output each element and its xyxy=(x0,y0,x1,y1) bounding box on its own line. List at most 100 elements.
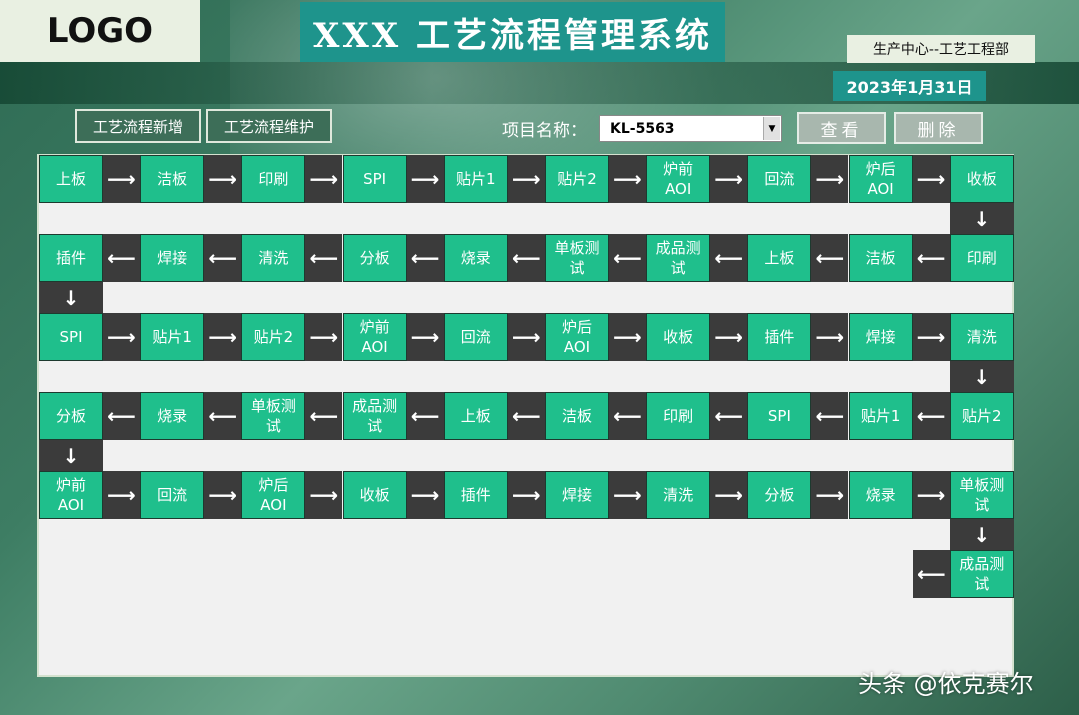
process-step: 回流 xyxy=(140,471,205,519)
arrow-left-icon: ⟵ xyxy=(912,550,950,598)
date-badge: 2023年1月31日 xyxy=(833,71,986,101)
process-step: 炉前 AOI xyxy=(646,155,711,203)
arrow-left-icon: ⟵ xyxy=(204,234,242,282)
process-step: 上板 xyxy=(747,234,812,282)
process-step: 回流 xyxy=(443,313,508,361)
project-select-value: KL-5563 xyxy=(610,120,675,137)
process-step: 烧录 xyxy=(443,234,508,282)
process-step: 烧录 xyxy=(848,471,913,519)
arrow-left-icon: ⟵ xyxy=(406,392,444,440)
arrow-right-icon: ⟶ xyxy=(609,155,646,203)
arrow-right-icon: ⟶ xyxy=(406,155,444,203)
process-step: 插件 xyxy=(39,234,103,282)
arrow-left-icon: ⟵ xyxy=(710,392,748,440)
process-step: 洁板 xyxy=(545,392,609,440)
page-title: XXX 工艺流程管理系统 xyxy=(300,2,725,62)
arrow-right-icon: ⟶ xyxy=(710,471,748,519)
chevron-down-icon[interactable]: ▼ xyxy=(763,117,780,140)
arrow-right-icon: ⟶ xyxy=(103,313,140,361)
process-step: 炉后 AOI xyxy=(545,313,609,361)
arrow-right-icon: ⟶ xyxy=(103,471,140,519)
arrow-left-icon: ⟵ xyxy=(507,234,545,282)
arrow-right-icon: ⟶ xyxy=(103,155,140,203)
arrow-left-icon: ⟵ xyxy=(710,234,748,282)
process-step: 成品测 试 xyxy=(342,392,407,440)
process-step: 焊接 xyxy=(140,234,205,282)
arrow-right-icon: ⟶ xyxy=(406,313,444,361)
arrow-left-icon: ⟵ xyxy=(204,392,242,440)
arrow-right-icon: ⟶ xyxy=(204,155,242,203)
process-step: SPI xyxy=(39,313,103,361)
arrow-right-icon: ⟶ xyxy=(305,471,343,519)
arrow-left-icon: ⟵ xyxy=(912,392,950,440)
arrow-left-icon: ⟵ xyxy=(811,234,849,282)
process-step: 炉后 AOI xyxy=(848,155,913,203)
arrow-down-icon: ↓ xyxy=(39,440,103,471)
process-step: 上板 xyxy=(443,392,508,440)
project-name-label: 项目名称： xyxy=(502,120,587,141)
process-step: 分板 xyxy=(39,392,103,440)
process-step: 插件 xyxy=(443,471,508,519)
arrow-right-icon: ⟶ xyxy=(912,471,950,519)
arrow-down-icon: ↓ xyxy=(949,203,1014,234)
add-process-button[interactable]: 工艺流程新增 xyxy=(75,109,201,143)
process-step: 贴片2 xyxy=(241,313,306,361)
arrow-right-icon: ⟶ xyxy=(811,155,849,203)
query-button[interactable]: 查看 xyxy=(797,112,886,144)
department-label: 生产中心--工艺工程部 xyxy=(847,35,1035,63)
process-step: 上板 xyxy=(39,155,103,203)
process-step: 分板 xyxy=(747,471,812,519)
process-step: 烧录 xyxy=(140,392,205,440)
arrow-right-icon: ⟶ xyxy=(609,471,646,519)
process-step: 印刷 xyxy=(241,155,306,203)
process-step: 贴片2 xyxy=(545,155,609,203)
arrow-down-icon: ↓ xyxy=(949,361,1014,392)
arrow-right-icon: ⟶ xyxy=(710,313,748,361)
logo: LOGO xyxy=(0,0,200,62)
process-step: 回流 xyxy=(747,155,812,203)
process-step: 成品测 试 xyxy=(646,234,711,282)
process-step: 洁板 xyxy=(140,155,205,203)
arrow-left-icon: ⟵ xyxy=(305,234,343,282)
process-step: 炉前 AOI xyxy=(39,471,103,519)
process-step: 插件 xyxy=(747,313,812,361)
project-select[interactable]: KL-5563 ▼ xyxy=(599,115,782,142)
process-step: SPI xyxy=(747,392,812,440)
process-step: 收板 xyxy=(646,313,711,361)
process-step: 炉前 AOI xyxy=(342,313,407,361)
process-step: 清洗 xyxy=(949,313,1014,361)
arrow-right-icon: ⟶ xyxy=(710,155,748,203)
process-step: 成品测 试 xyxy=(949,550,1014,598)
maintain-process-button[interactable]: 工艺流程维护 xyxy=(206,109,332,143)
arrow-left-icon: ⟵ xyxy=(811,392,849,440)
watermark: 头条 @依克赛尔 xyxy=(858,670,1034,698)
arrow-left-icon: ⟵ xyxy=(609,392,646,440)
process-step: 单板测 试 xyxy=(545,234,609,282)
process-step: 收板 xyxy=(342,471,407,519)
process-step: 清洗 xyxy=(646,471,711,519)
arrow-right-icon: ⟶ xyxy=(305,313,343,361)
process-step: 清洗 xyxy=(241,234,306,282)
process-step: 洁板 xyxy=(848,234,913,282)
process-step: 单板测 试 xyxy=(241,392,306,440)
arrow-left-icon: ⟵ xyxy=(609,234,646,282)
arrow-left-icon: ⟵ xyxy=(507,392,545,440)
process-step: 收板 xyxy=(949,155,1014,203)
process-step: 分板 xyxy=(342,234,407,282)
process-step: 印刷 xyxy=(949,234,1014,282)
arrow-right-icon: ⟶ xyxy=(609,313,646,361)
arrow-right-icon: ⟶ xyxy=(912,155,950,203)
arrow-right-icon: ⟶ xyxy=(507,155,545,203)
arrow-left-icon: ⟵ xyxy=(305,392,343,440)
arrow-right-icon: ⟶ xyxy=(507,313,545,361)
process-step: 焊接 xyxy=(848,313,913,361)
arrow-right-icon: ⟶ xyxy=(811,471,849,519)
process-step: 炉后 AOI xyxy=(241,471,306,519)
delete-button[interactable]: 删除 xyxy=(894,112,983,144)
arrow-right-icon: ⟶ xyxy=(507,471,545,519)
process-step: 单板测 试 xyxy=(949,471,1014,519)
arrow-left-icon: ⟵ xyxy=(103,234,140,282)
arrow-left-icon: ⟵ xyxy=(912,234,950,282)
process-step: 印刷 xyxy=(646,392,711,440)
process-step: 贴片1 xyxy=(140,313,205,361)
